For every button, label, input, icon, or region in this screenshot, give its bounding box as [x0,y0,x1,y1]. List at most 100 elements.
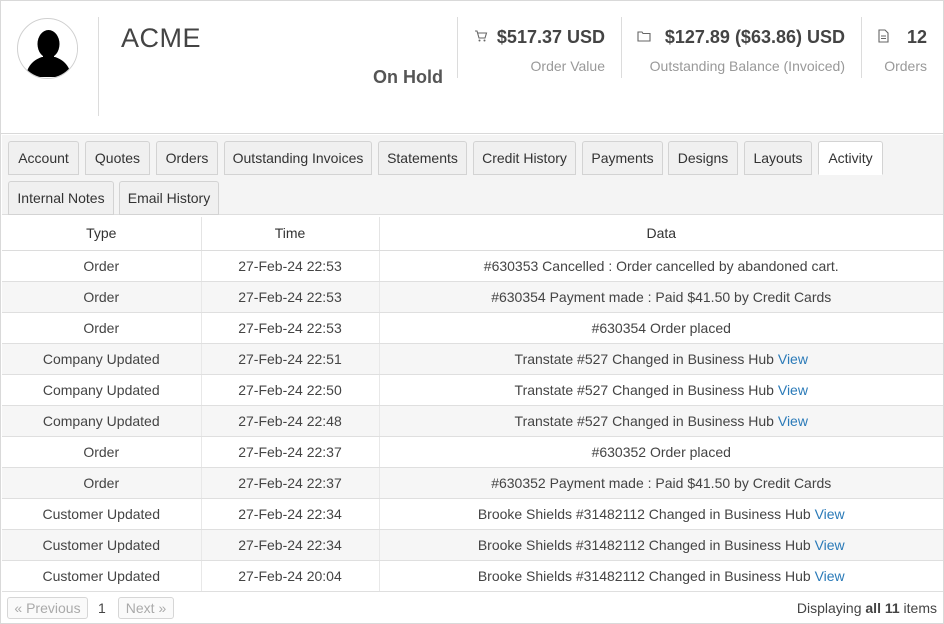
table-row: Order 27-Feb-24 22:53 #630353 Cancelled … [2,250,943,282]
customer-header: ACME On Hold $517.37 USD Order Value $12… [1,1,943,134]
table-row: Order 27-Feb-24 22:53 #630354 Order plac… [2,312,943,344]
person-silhouette-icon [18,19,77,78]
activity-table: Type Time Data Order 27-Feb-24 22:53 #63… [2,217,943,592]
stat-outstanding-balance: $127.89 ($63.86) USD Outstanding Balance… [621,17,861,78]
row-data: Transtate #527 Changed in Business Hub V… [379,405,943,437]
previous-page-button[interactable]: « Previous [7,597,88,619]
order-value: $517.37 USD [496,27,605,47]
table-row: Order 27-Feb-24 22:37 #630352 Payment ma… [2,467,943,499]
row-data-text: Transtate #527 Changed in Business Hub [514,381,774,398]
row-type: Order [2,250,202,282]
folder-icon [637,31,651,42]
row-data-text: Brooke Shields #31482112 Changed in Busi… [477,567,811,584]
table-row: Customer Updated 27-Feb-24 20:04 Brooke … [2,560,943,592]
row-time: 27-Feb-24 22:48 [201,405,380,437]
tab-credit-history[interactable]: Credit History [473,141,576,175]
row-data: Brooke Shields #31482112 Changed in Busi… [379,529,943,561]
pagination: « Previous 1 Next » Displaying all 11 it… [2,592,943,624]
stat-order-value: $517.37 USD Order Value [457,17,621,78]
table-row: Company Updated 27-Feb-24 22:48 Transtat… [2,405,943,437]
stat-orders: 12 Orders [861,17,943,78]
tab-account[interactable]: Account [8,141,79,175]
view-link[interactable]: View [815,537,845,553]
row-data: #630354 Payment made : Paid $41.50 by Cr… [379,281,943,313]
tab-quotes[interactable]: Quotes [85,141,150,175]
row-time: 27-Feb-24 22:53 [201,312,380,344]
pagination-summary-suffix: items [903,600,937,616]
table-row: Company Updated 27-Feb-24 22:50 Transtat… [2,374,943,406]
company-name: ACME [121,23,202,53]
row-data-text: Brooke Shields #31482112 Changed in Busi… [477,536,811,553]
cart-icon [475,30,488,42]
row-data: #630354 Order placed [379,312,943,344]
row-data: #630353 Cancelled : Order cancelled by a… [379,250,943,282]
row-type: Customer Updated [2,498,202,530]
row-time: 27-Feb-24 22:50 [201,374,380,406]
table-row: Order 27-Feb-24 22:53 #630354 Payment ma… [2,281,943,313]
table-row: Order 27-Feb-24 22:37 #630352 Order plac… [2,436,943,468]
tab-internal-notes[interactable]: Internal Notes [8,181,114,215]
row-type: Order [2,467,202,499]
order-value-label: Order Value [530,58,605,74]
document-icon [878,29,889,43]
row-data-text: Transtate #527 Changed in Business Hub [514,412,774,429]
current-page-number[interactable]: 1 [98,600,106,616]
row-type: Customer Updated [2,560,202,592]
row-time: 27-Feb-24 22:37 [201,467,380,499]
row-data-text: #630354 Order placed [591,319,731,336]
row-data-text: Brooke Shields #31482112 Changed in Busi… [477,505,811,522]
view-link[interactable]: View [778,351,808,367]
pagination-summary-prefix: Displaying [796,600,862,616]
row-time: 27-Feb-24 22:37 [201,436,380,468]
orders-count-label: Orders [884,58,927,74]
tab-designs[interactable]: Designs [668,141,738,175]
row-data-text: #630352 Order placed [591,443,731,460]
table-row: Company Updated 27-Feb-24 22:51 Transtat… [2,343,943,375]
tab-outstanding-invoices[interactable]: Outstanding Invoices [224,141,372,175]
tab-email-history[interactable]: Email History [119,181,219,215]
row-type: Order [2,436,202,468]
table-row: Customer Updated 27-Feb-24 22:34 Brooke … [2,498,943,530]
column-header-data[interactable]: Data [379,217,943,251]
row-data-text: #630353 Cancelled : Order cancelled by a… [483,257,839,274]
tab-orders[interactable]: Orders [156,141,218,175]
tab-layouts[interactable]: Layouts [744,141,812,175]
row-type: Order [2,312,202,344]
outstanding-balance: $127.89 ($63.86) USD [664,27,845,47]
next-page-button[interactable]: Next » [118,597,174,619]
row-data: Brooke Shields #31482112 Changed in Busi… [379,498,943,530]
column-header-type[interactable]: Type [2,217,202,251]
tab-payments[interactable]: Payments [582,141,663,175]
row-data: #630352 Payment made : Paid $41.50 by Cr… [379,467,943,499]
outstanding-balance-label: Outstanding Balance (Invoiced) [649,58,845,74]
row-data: Transtate #527 Changed in Business Hub V… [379,343,943,375]
avatar [17,18,78,79]
row-data-text: #630352 Payment made : Paid $41.50 by Cr… [491,474,832,491]
view-link[interactable]: View [778,382,808,398]
row-time: 27-Feb-24 22:34 [201,529,380,561]
view-link[interactable]: View [815,568,845,584]
row-time: 27-Feb-24 20:04 [201,560,380,592]
tab-activity[interactable]: Activity [818,141,883,175]
row-data: Transtate #527 Changed in Business Hub V… [379,374,943,406]
orders-count: 12 [906,27,927,47]
row-type: Company Updated [2,405,202,437]
tab-bar: Account Quotes Orders Outstanding Invoic… [2,135,943,215]
row-time: 27-Feb-24 22:34 [201,498,380,530]
row-type: Company Updated [2,343,202,375]
pagination-summary-count: all 11 [865,600,900,616]
row-type: Company Updated [2,374,202,406]
table-row: Customer Updated 27-Feb-24 22:34 Brooke … [2,529,943,561]
table-header-row: Type Time Data [2,217,943,251]
row-time: 27-Feb-24 22:53 [201,281,380,313]
row-type: Customer Updated [2,529,202,561]
customer-activity-panel: ACME On Hold $517.37 USD Order Value $12… [0,0,944,624]
row-data-text: Transtate #527 Changed in Business Hub [514,350,774,367]
row-type: Order [2,281,202,313]
tab-statements[interactable]: Statements [378,141,467,175]
row-data: Brooke Shields #31482112 Changed in Busi… [379,560,943,592]
row-time: 27-Feb-24 22:51 [201,343,380,375]
column-header-time[interactable]: Time [201,217,380,251]
view-link[interactable]: View [778,413,808,429]
view-link[interactable]: View [815,506,845,522]
